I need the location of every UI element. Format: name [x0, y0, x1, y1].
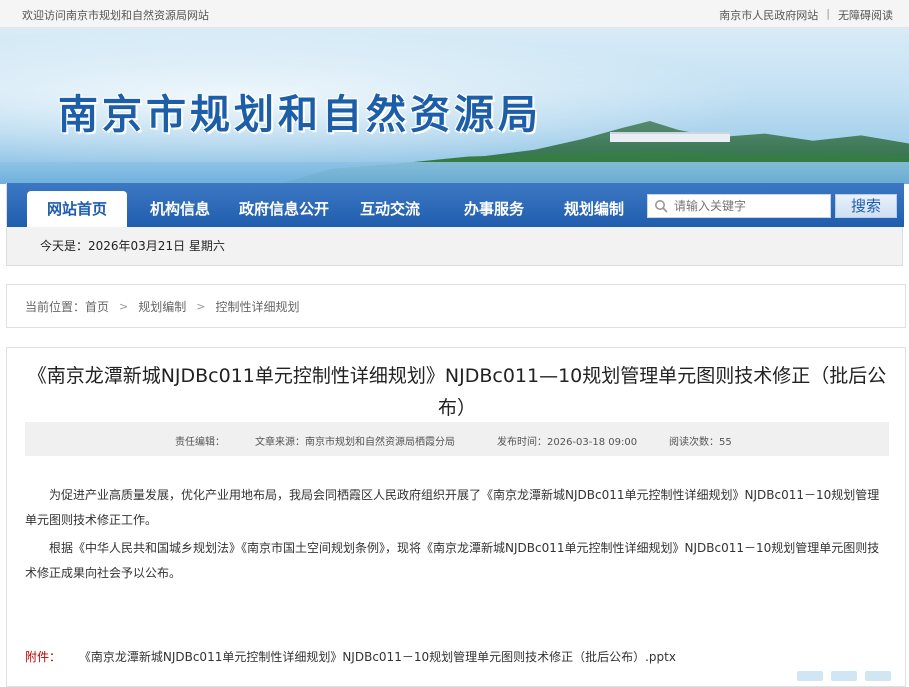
- meta-views: 阅读次数：55: [669, 437, 732, 448]
- share-icon[interactable]: [865, 671, 891, 681]
- today-date: 今天是：2026年03月21日 星期六: [40, 239, 225, 253]
- article-title: 《南京龙潭新城NJDBc011单元控制性详细规划》NJDBc011—10规划管理…: [27, 365, 887, 419]
- breadcrumb-label: 当前位置：: [25, 300, 86, 314]
- share-icon[interactable]: [831, 671, 857, 681]
- nav-services[interactable]: 办事服务: [451, 191, 537, 227]
- meta-editor: 责任编辑：: [175, 437, 225, 448]
- article-paragraph-1: 为促进产业高质量发展，优化产业用地布局，我局会同栖霞区人民政府组织开展了《南京龙…: [25, 488, 880, 527]
- search-button[interactable]: 搜索: [835, 194, 897, 218]
- nav-container: 网站首页 机构信息 政府信息公开 互动交流 办事服务 规划编制 搜索 今天是：2…: [6, 183, 904, 266]
- share-icons: [797, 671, 891, 681]
- nav-home[interactable]: 网站首页: [27, 191, 127, 227]
- chevron-right-icon: >: [119, 300, 129, 313]
- attachment-row: 附件： 《南京龙潭新城NJDBc011单元控制性详细规划》NJDBc011－10…: [25, 648, 676, 665]
- top-link-separator: |: [826, 7, 830, 20]
- top-utility-bar: 欢迎访问南京市规划和自然资源局网站 南京市人民政府网站 | 无障碍阅读: [0, 0, 909, 28]
- article-meta: 责任编辑： 文章来源：南京市规划和自然资源局栖霞分局 发布时间：2026-03-…: [25, 422, 889, 456]
- share-icon[interactable]: [797, 671, 823, 681]
- accessibility-link[interactable]: 无障碍阅读: [838, 7, 893, 23]
- article-panel: 《南京龙潭新城NJDBc011单元控制性详细规划》NJDBc011—10规划管理…: [6, 347, 906, 687]
- welcome-text: 欢迎访问南京市规划和自然资源局网站: [22, 9, 209, 22]
- breadcrumb-detailed-planning[interactable]: 控制性详细规划: [215, 298, 299, 315]
- article-paragraph-2: 根据《中华人民共和国城乡规划法》《南京市国土空间规划条例》，现将《南京龙潭新城N…: [25, 541, 880, 580]
- banner-buildings: [610, 132, 730, 142]
- search-icon: [655, 200, 668, 213]
- top-links: 南京市人民政府网站 | 无障碍阅读: [719, 7, 893, 23]
- search-input[interactable]: [674, 197, 824, 215]
- nav-planning[interactable]: 规划编制: [549, 191, 639, 227]
- chevron-right-icon: >: [196, 300, 206, 313]
- main-nav: 网站首页 机构信息 政府信息公开 互动交流 办事服务 规划编制 搜索: [7, 183, 904, 227]
- search-box[interactable]: [647, 194, 831, 218]
- breadcrumb-planning[interactable]: 规划编制: [138, 298, 186, 315]
- attachment-link[interactable]: 《南京龙潭新城NJDBc011单元控制性详细规划》NJDBc011－10规划管理…: [79, 650, 676, 664]
- attachment-label: 附件：: [25, 650, 62, 664]
- site-banner: 南京市规划和自然资源局: [0, 28, 909, 184]
- nav-interaction[interactable]: 互动交流: [347, 191, 433, 227]
- nanjing-gov-link[interactable]: 南京市人民政府网站: [719, 7, 818, 23]
- breadcrumb-home[interactable]: 首页: [85, 298, 109, 315]
- site-title: 南京市规划和自然资源局: [58, 91, 542, 138]
- banner-water: [0, 162, 909, 184]
- nav-gov-info[interactable]: 政府信息公开: [229, 191, 339, 227]
- nav-org-info[interactable]: 机构信息: [137, 191, 223, 227]
- meta-date: 发布时间：2026-03-18 09:00: [497, 437, 638, 448]
- breadcrumb: 当前位置： 首页 > 规划编制 > 控制性详细规划: [6, 284, 906, 328]
- meta-source: 文章来源：南京市规划和自然资源局栖霞分局: [255, 437, 455, 448]
